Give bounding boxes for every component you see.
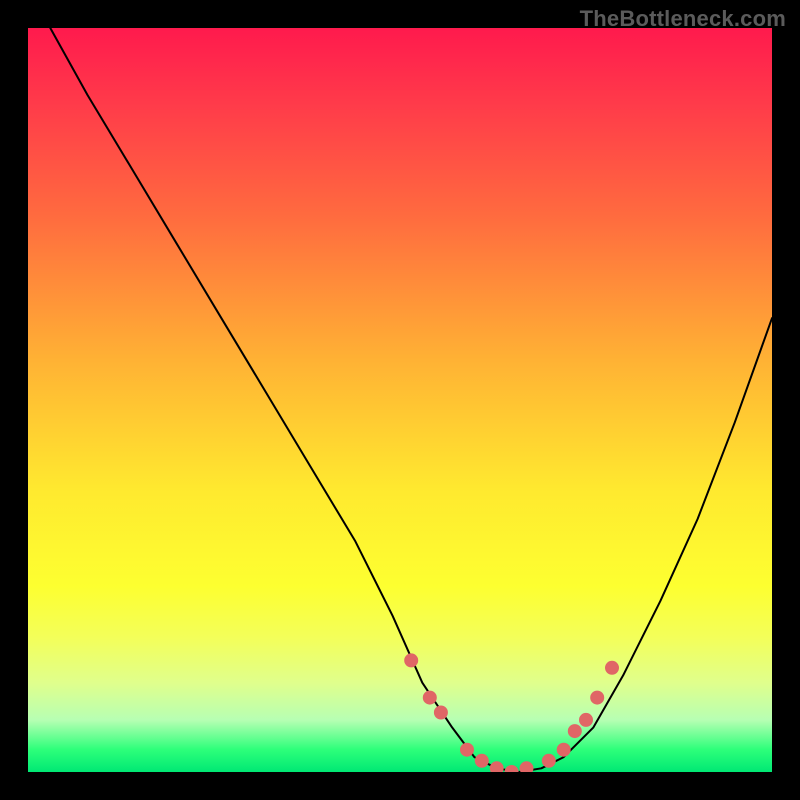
dot [591, 691, 604, 704]
dot [434, 706, 447, 719]
dot [423, 691, 436, 704]
dot [542, 754, 555, 767]
dot [475, 754, 488, 767]
dot [490, 762, 503, 772]
chart-frame: TheBottleneck.com [0, 0, 800, 800]
dot [405, 654, 418, 667]
dot [461, 743, 474, 756]
dot [520, 762, 533, 772]
watermark-text: TheBottleneck.com [580, 6, 786, 32]
plot-area [28, 28, 772, 772]
dot [606, 661, 619, 674]
dot [580, 713, 593, 726]
dot [557, 743, 570, 756]
dot [568, 725, 581, 738]
highlight-dots [405, 654, 619, 772]
dot [505, 766, 518, 773]
chart-svg [28, 28, 772, 772]
